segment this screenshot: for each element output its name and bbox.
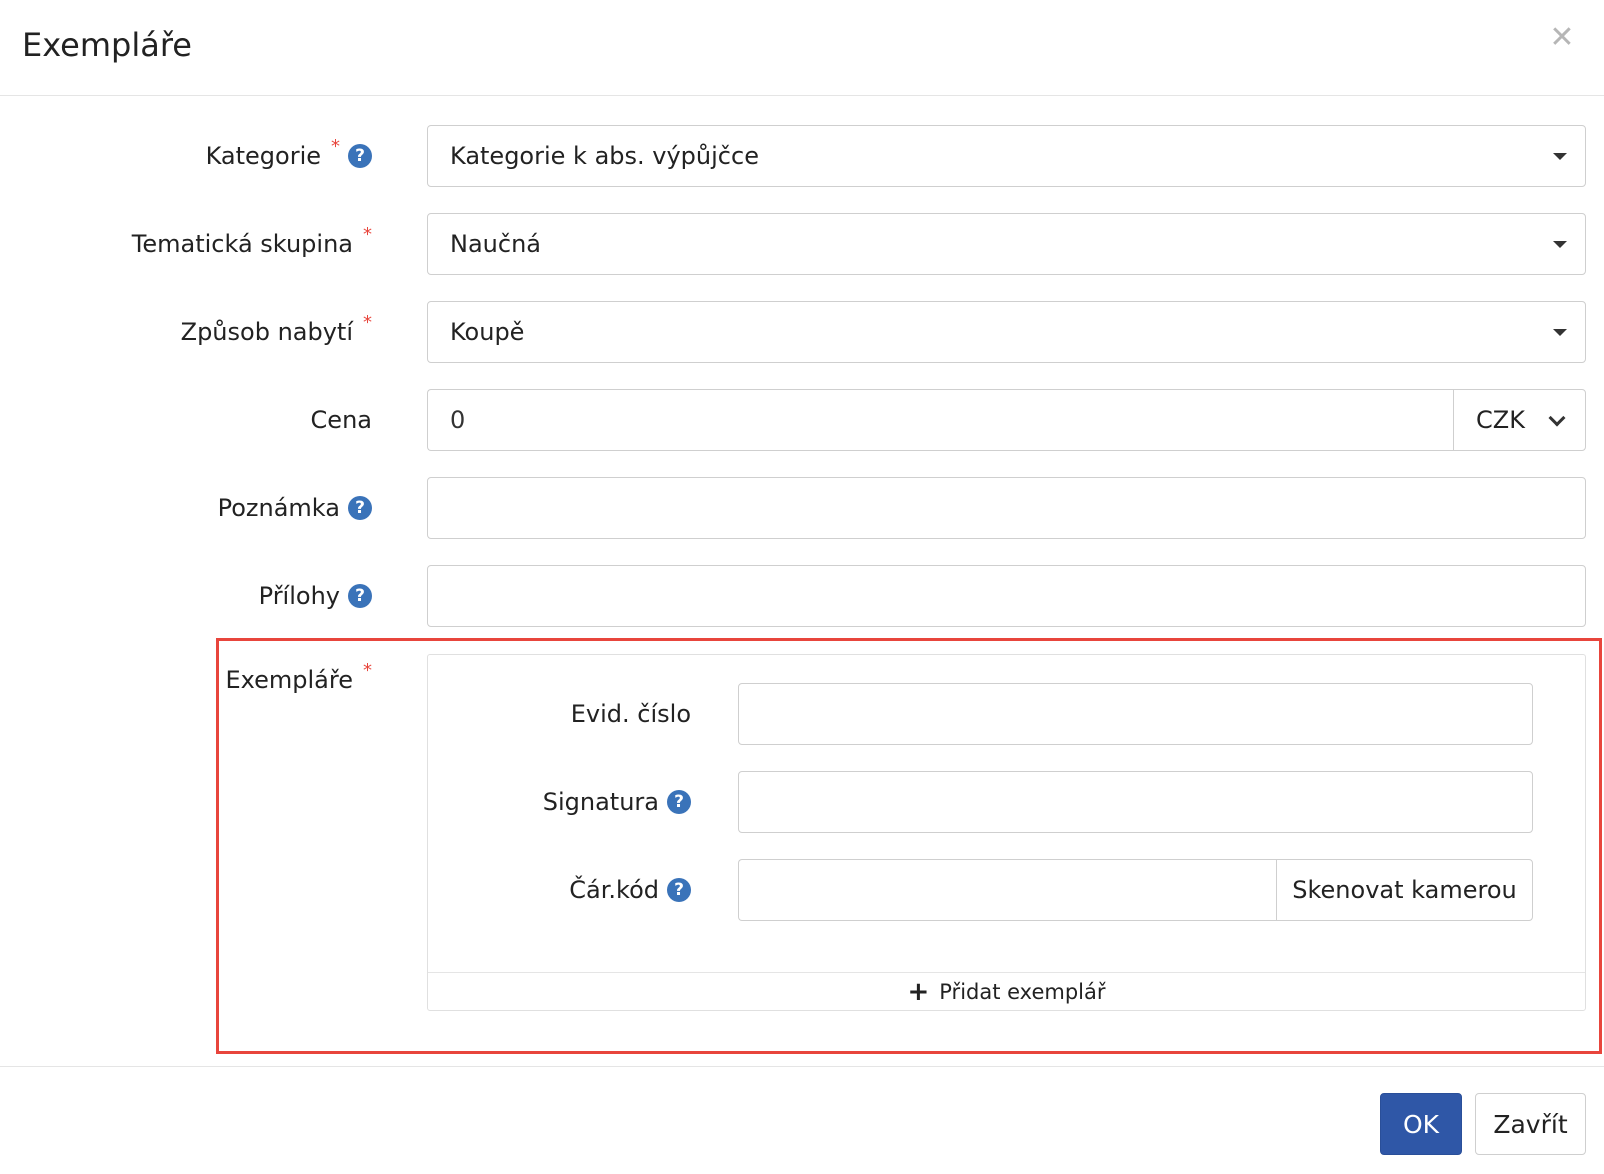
add-copy-label: Přidat exemplář [939, 979, 1106, 1004]
price-label-wrap: Cena [311, 389, 372, 451]
attachments-label-wrap: Přílohy ? [259, 565, 372, 627]
barcode-label-wrap: Čár.kód ? [569, 859, 691, 921]
topic-group-label-wrap: Tematická skupina * [132, 213, 372, 275]
topic-group-label: Tematická skupina [131, 230, 353, 258]
topic-group-value: Naučná [450, 230, 541, 258]
barcode-label: Čár.kód [569, 876, 659, 904]
note-row: Poznámka ? [0, 477, 1604, 539]
category-row: Kategorie * ? Kategorie k abs. výpůjčce [0, 125, 1604, 187]
help-icon[interactable]: ? [667, 878, 691, 902]
attachments-input[interactable] [427, 565, 1586, 627]
note-input[interactable] [427, 477, 1586, 539]
chevron-down-icon [1548, 409, 1566, 427]
caret-down-icon [1553, 241, 1567, 248]
attachments-row: Přílohy ? [0, 565, 1604, 627]
barcode-input[interactable] [738, 859, 1276, 921]
required-mark: * [331, 135, 340, 157]
evid-number-label: Evid. číslo [570, 700, 691, 728]
help-icon[interactable]: ? [348, 496, 372, 520]
help-icon[interactable]: ? [348, 144, 372, 168]
barcode-row: Čár.kód ? Skenovat kamerou [428, 859, 1587, 921]
required-mark: * [363, 311, 372, 333]
close-icon[interactable]: ✕ [1546, 22, 1578, 54]
signature-label: Signatura [542, 788, 659, 816]
price-row: Cena 0 CZK [0, 389, 1604, 451]
required-mark: * [363, 659, 372, 681]
price-input[interactable]: 0 [427, 389, 1453, 451]
help-icon[interactable]: ? [667, 790, 691, 814]
note-label-wrap: Poznámka ? [218, 477, 372, 539]
currency-value: CZK [1476, 406, 1525, 434]
signature-label-wrap: Signatura ? [543, 771, 691, 833]
help-icon[interactable]: ? [348, 584, 372, 608]
acquisition-select[interactable]: Koupě [427, 301, 1586, 363]
copies-label-wrap: Exempláře * [225, 660, 373, 695]
acquisition-value: Koupě [450, 318, 525, 346]
scan-camera-button[interactable]: Skenovat kamerou [1276, 859, 1533, 921]
acquisition-row: Způsob nabytí * Koupě [0, 301, 1604, 363]
attachments-label: Přílohy [258, 582, 340, 610]
note-label: Poznámka [217, 494, 340, 522]
acquisition-label: Způsob nabytí [180, 318, 353, 346]
dialog-header: Exempláře ✕ [0, 0, 1604, 96]
category-value: Kategorie k abs. výpůjčce [450, 142, 759, 170]
ok-button[interactable]: OK [1380, 1093, 1462, 1155]
plus-icon: + [907, 976, 930, 1007]
dialog-footer: OK Zavřít [0, 1066, 1604, 1174]
copies-panel: Evid. číslo Signatura ? Čár.kód ? Skenov… [427, 654, 1586, 1011]
topic-group-row: Tematická skupina * Naučná [0, 213, 1604, 275]
copies-label: Exempláře [225, 666, 354, 694]
signature-row: Signatura ? [428, 771, 1587, 833]
evid-number-input[interactable] [738, 683, 1533, 745]
signature-input[interactable] [738, 771, 1533, 833]
evid-number-label-wrap: Evid. číslo [571, 683, 691, 745]
close-button[interactable]: Zavřít [1475, 1093, 1586, 1155]
category-label: Kategorie [205, 142, 321, 170]
price-value: 0 [450, 406, 466, 434]
category-label-wrap: Kategorie * ? [206, 125, 372, 187]
caret-down-icon [1553, 329, 1567, 336]
acquisition-label-wrap: Způsob nabytí * [181, 301, 372, 363]
price-label: Cena [310, 406, 372, 434]
dialog-title: Exempláře [22, 26, 192, 64]
topic-group-select[interactable]: Naučná [427, 213, 1586, 275]
evid-number-row: Evid. číslo [428, 683, 1587, 745]
copies-dialog: Exempláře ✕ Kategorie * ? Kategorie k ab… [0, 0, 1604, 1174]
required-mark: * [363, 223, 372, 245]
add-copy-button[interactable]: + Přidat exemplář [428, 972, 1585, 1010]
caret-down-icon [1553, 153, 1567, 160]
currency-select[interactable]: CZK [1453, 389, 1586, 451]
category-select[interactable]: Kategorie k abs. výpůjčce [427, 125, 1586, 187]
